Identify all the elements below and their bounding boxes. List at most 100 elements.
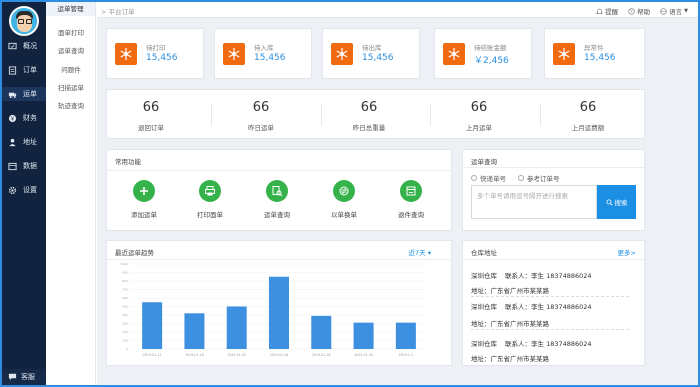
x-tick-label: 2019-01-20 [227,353,246,357]
stat-card-to-print[interactable]: 待打印 15,456 [106,28,204,79]
summary-value: 66 [360,100,378,115]
submenu-header: 运单管理 [46,2,95,16]
stat-card-pending-amount[interactable]: 待结账金额 ￥2,456 [434,28,532,79]
summary-label: 昨日总重量 [352,124,386,132]
summary-label: 上月运单 [466,124,492,132]
nav-item-order[interactable]: 订单 [2,63,46,77]
submenu-item-track[interactable]: 轨迹查询 [46,100,96,110]
y-tick-label: 500 [122,305,128,309]
snowflake-icon [331,43,353,65]
stat-value: 15,456 [146,53,178,63]
waybill-search-input[interactable]: 多个单号请用逗号隔开进行搜索 [471,185,597,219]
snowflake-icon [223,43,245,65]
summary-row: 66 退回订单 66 昨日运单 66 昨日总重量 66 上月运单 66 上月运费… [106,89,645,139]
y-tick-label: 900 [122,271,128,275]
waybill-query-button[interactable]: 运单查询 [252,180,302,219]
add-waybill-button[interactable]: 添加运单 [119,180,169,219]
y-tick-label: 800 [122,279,128,283]
snowflake-icon [115,43,137,65]
document-search-icon [272,186,283,197]
language-select[interactable]: 语言 ▼ [660,6,688,16]
warehouse-name: 深圳仓库 [471,272,497,280]
breadcrumb[interactable]: > 平台订单 [101,6,135,16]
chart-bar [311,315,332,349]
warehouse-address: 地址：广东省广州市某某路 [471,287,549,295]
submenu-item-query[interactable]: 运单查询 [46,45,96,55]
stat-card-exception[interactable]: 异常件 15,456 [544,28,645,79]
radio-reference-number[interactable]: 参考订单号 [518,173,560,183]
snowflake-icon [553,43,575,65]
stat-label: 待结账金额 [474,44,507,52]
finance-icon: ¥ [8,114,17,123]
chat-icon [8,372,17,383]
summary-value: 66 [579,100,597,115]
chart-bar [184,313,205,349]
panel-title: 仓库地址 [471,249,497,257]
stat-card-to-stock-in[interactable]: 待入库 15,456 [214,28,312,79]
submenu-item-scan[interactable]: 扫描运单 [46,82,96,92]
more-link[interactable]: 更多> [618,247,636,257]
search-icon [605,198,613,206]
x-tick-label: 2019-01-28 [312,353,331,357]
panel-title: 最近运单趋势 [115,249,154,257]
y-tick-label: 400 [122,313,128,317]
data-icon [8,162,17,171]
common-functions-panel: 常用功能 添加运单 打印面单 运单查询 以单换单 退件查询 [106,149,452,231]
chart-bar [226,306,247,349]
range-select[interactable]: 近7天 ▾ [409,247,431,257]
stat-value: 15,456 [584,53,616,63]
chevron-down-icon: ▼ [684,8,688,14]
help-icon: ? [628,7,635,15]
svg-text:?: ? [631,9,633,14]
summary-value: 66 [142,100,160,115]
sub-menu: 运单管理 面单打印 运单查询 问题件 扫描运单 轨迹查询 [46,2,96,385]
help-link[interactable]: ? 帮助 [628,6,650,16]
nav-item-address[interactable]: 地址 [2,135,46,149]
nav-item-settings[interactable]: 设置 [2,183,46,197]
stat-value: 15,456 [362,53,394,63]
warehouse-address: 地址：广东省广州市某某路 [471,355,549,363]
exchange-waybill-button[interactable]: 以单换单 [319,180,369,219]
chart-bar [269,276,289,349]
warehouse-contact: 联系人：李生 18374886024 [505,340,592,348]
nav-item-finance[interactable]: ¥ 财务 [2,111,46,125]
search-button[interactable]: 搜索 [597,185,636,219]
customer-service-button[interactable]: 客服 [2,369,46,385]
warehouse-contact: 联系人：李生 18374886024 [505,272,592,280]
summary-label: 上月运费额 [571,124,605,132]
warehouse-address: 地址：广东省广州市某某路 [471,320,549,328]
y-tick-label: 0 [126,347,128,351]
x-tick-label: 2019-1-1 [399,353,413,357]
address-icon [8,138,17,147]
y-tick-label: 1000 [120,262,128,266]
stat-card-to-stock-out[interactable]: 待出库 15,456 [322,28,420,79]
radio-express-number[interactable]: 快递单号 [471,173,506,183]
x-tick-label: 2019-01-30 [354,353,373,357]
x-tick-label: 2019-01-18 [185,353,204,357]
nav-item-waybill[interactable]: 运单 [2,87,46,101]
return-query-button[interactable]: 退件查询 [386,180,436,219]
avatar[interactable] [9,6,39,36]
main-nav: 概况 订单 运单 ¥ 财务 地址 数据 设置 [2,2,46,385]
chart-bar [142,302,163,349]
y-tick-label: 100 [122,339,128,343]
nav-item-overview[interactable]: 概况 [2,39,46,53]
nav-item-data[interactable]: 数据 [2,159,46,173]
stat-label: 待打印 [146,44,166,52]
printer-icon [205,186,215,196]
y-tick-label: 300 [122,322,128,326]
x-tick-label: 2019-01-26 [270,353,289,357]
panel-title: 运单查询 [471,158,497,166]
x-tick-label: 2019-01-12 [143,353,162,357]
remind-link[interactable]: 提醒 [596,6,618,16]
panel-title: 常用功能 [115,158,141,166]
submenu-item-print[interactable]: 面单打印 [46,27,96,37]
y-tick-label: 700 [122,288,128,292]
plus-icon [140,187,148,195]
stat-label: 待出库 [362,44,382,52]
main-content: > 平台订单 提醒 ? 帮助 语言 ▼ 待打印 15,456 待入库 15,456 … [97,2,698,385]
warehouse-name: 深圳仓库 [471,303,497,311]
print-label-button[interactable]: 打印面单 [185,180,235,219]
summary-value: 66 [470,100,488,115]
submenu-item-problem[interactable]: 问题件 [46,64,96,74]
